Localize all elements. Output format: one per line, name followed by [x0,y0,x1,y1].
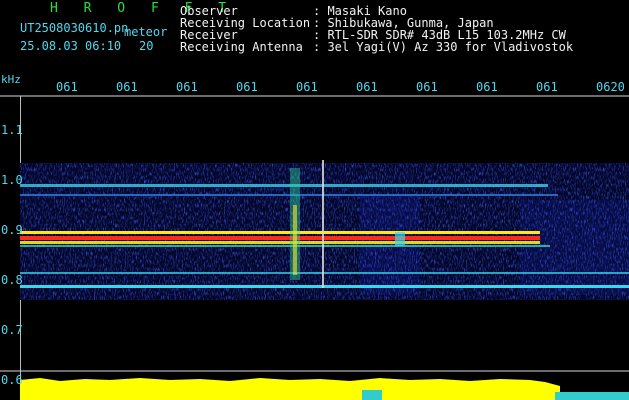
spectrogram-window: H R O F F T UT2508030610.pn meteor 25.08… [0,0,629,400]
y-tick-label: 0.8 [1,273,23,287]
x-tick-label: 0620 [596,80,625,94]
x-tick-label: 061 [296,80,318,94]
x-tick-label: 061 [416,80,438,94]
x-tick-label: 061 [356,80,378,94]
file-type: meteor [124,25,168,39]
y-tick-label: 0.9 [1,223,23,237]
x-tick-label: 061 [536,80,558,94]
y-tick-label: 0.7 [1,323,23,337]
x-tick-label: 061 [236,80,258,94]
x-tick-label: 061 [56,80,78,94]
file-count: 20 [139,39,154,53]
y-tick-label: 1.0 [1,173,23,187]
y-tick-label: 0.6 [1,373,23,387]
x-tick-label: 061 [116,80,138,94]
file-name: UT2508030610.pn [20,21,129,35]
info-label-antenna: Receiving Antenna [180,40,303,54]
signal-level-bar [20,378,629,400]
x-tick-label: 061 [476,80,498,94]
axis-unit-label: kHz [1,73,21,86]
y-tick-label: 1.1 [1,123,23,137]
spectrogram-plot [0,95,629,400]
x-tick-label: 061 [176,80,198,94]
info-value-antenna: : 3el Yagi(V) Az 330 for Vladivostok [313,40,574,54]
file-datetime: 25.08.03 06:10 [20,39,122,53]
